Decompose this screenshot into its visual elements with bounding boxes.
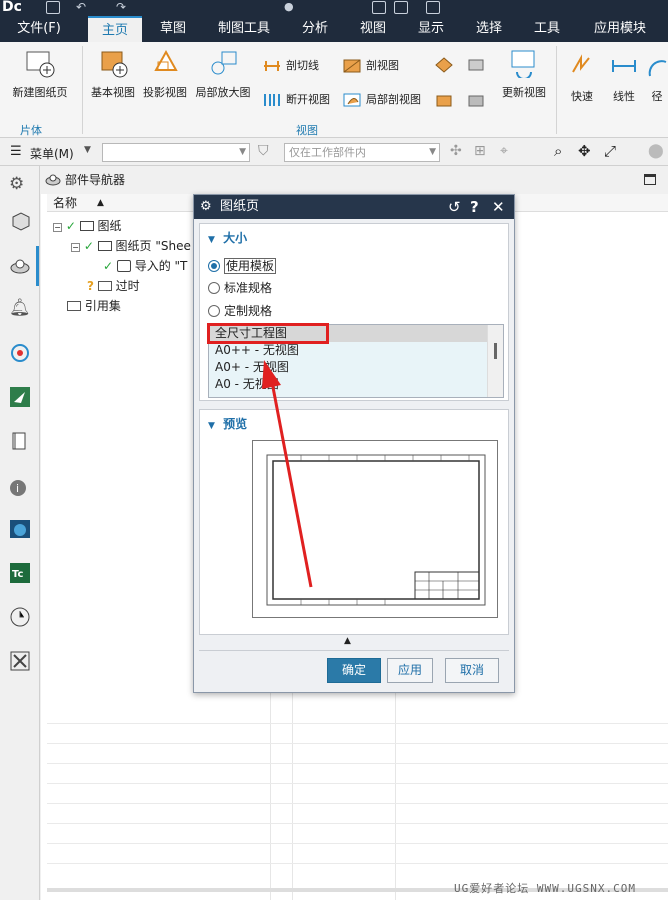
annotation-arrow [262,360,313,588]
watermark: UG爱好者论坛 WWW.UGSNX.COM [454,882,636,895]
